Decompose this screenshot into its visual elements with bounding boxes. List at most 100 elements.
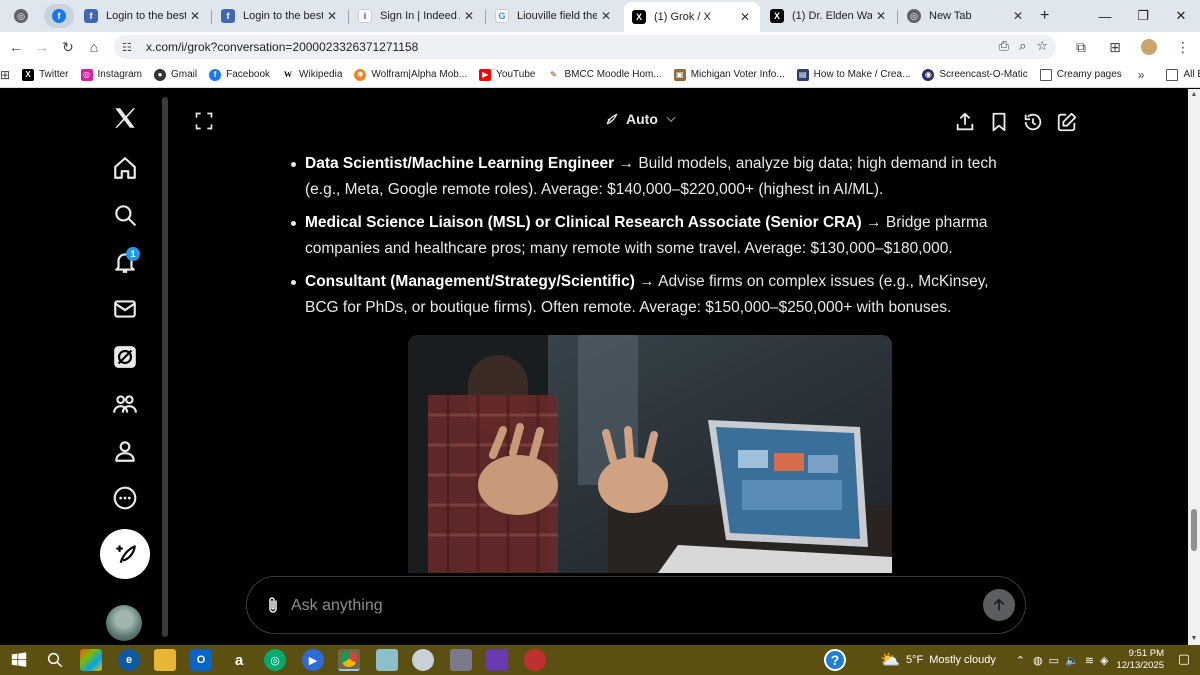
profile-avatar[interactable] bbox=[1132, 39, 1166, 55]
bookmark-youtube[interactable]: ▶ YouTube bbox=[479, 68, 535, 81]
tab-google-liouville[interactable]: G Liouville field theory ✕ bbox=[487, 4, 621, 28]
chevron-up-icon[interactable]: ⌃ bbox=[1016, 654, 1025, 667]
new-tab-button[interactable]: + bbox=[1036, 4, 1058, 28]
install-app-icon[interactable]: ⎙ bbox=[999, 38, 1009, 54]
app-icon-9[interactable] bbox=[450, 649, 472, 671]
attach-icon[interactable] bbox=[265, 595, 281, 615]
all-bookmarks[interactable]: All Bookmarks bbox=[1166, 68, 1200, 81]
weather-desc[interactable]: Mostly cloudy bbox=[929, 654, 996, 666]
bookmark-wikipedia[interactable]: W Wikipedia bbox=[282, 68, 342, 81]
sidebar-scrollbar[interactable] bbox=[162, 97, 168, 637]
shield-icon[interactable]: ◈ bbox=[1100, 654, 1108, 667]
notifications-center-icon[interactable]: ▢ bbox=[1178, 651, 1190, 667]
bookmark-wolfram[interactable]: ✸ Wolfram|Alpha Mob... bbox=[354, 68, 467, 81]
clock[interactable]: 9:51 PM 12/13/2025 bbox=[1116, 648, 1164, 672]
media-player-icon[interactable]: ▶ bbox=[302, 649, 324, 671]
close-tab-icon[interactable]: ✕ bbox=[460, 9, 478, 23]
tab-elden-wayne[interactable]: X (1) Dr. Elden Wayne ✕ bbox=[762, 4, 896, 28]
tab-new-tab[interactable]: ◎ New Tab ✕ bbox=[899, 4, 1033, 28]
close-tab-icon[interactable]: ✕ bbox=[597, 9, 615, 23]
outlook-icon[interactable]: O bbox=[190, 649, 212, 671]
bookmark-instagram[interactable]: ◎ Instagram bbox=[80, 68, 142, 81]
more-icon[interactable] bbox=[110, 483, 140, 513]
more-bookmarks-icon[interactable]: » bbox=[1138, 68, 1145, 82]
tripadvisor-icon[interactable]: ◎ bbox=[264, 649, 286, 671]
bookmark-bmcc-moodle[interactable]: ✎ BMCC Moodle Hom... bbox=[547, 68, 662, 81]
grok-icon[interactable] bbox=[110, 342, 140, 372]
mode-selector[interactable]: Auto bbox=[604, 111, 678, 127]
minimize-icon[interactable]: — bbox=[1086, 0, 1124, 32]
restore-icon[interactable]: ❐ bbox=[1124, 0, 1162, 32]
wifi-icon[interactable]: ≋ bbox=[1085, 654, 1094, 667]
bookmark-michigan-voter[interactable]: ▣ Michigan Voter Info... bbox=[673, 68, 785, 81]
x-logo-icon[interactable] bbox=[110, 103, 140, 133]
bookmark-star-icon[interactable]: ☆ bbox=[1036, 38, 1048, 54]
bookmark-facebook[interactable]: f Facebook bbox=[209, 68, 270, 81]
tab-facebook-pinned[interactable]: f bbox=[44, 4, 74, 28]
zoom-icon[interactable]: ⌕ bbox=[1019, 38, 1026, 54]
communities-icon[interactable] bbox=[110, 389, 140, 419]
amazon-icon[interactable]: a bbox=[228, 649, 250, 671]
send-button[interactable] bbox=[983, 589, 1015, 621]
app-icon-10[interactable] bbox=[486, 649, 508, 671]
apps-grid-icon[interactable]: ⊞ bbox=[0, 68, 10, 82]
scroll-down-icon[interactable]: ▼ bbox=[1190, 635, 1198, 643]
search-icon[interactable] bbox=[110, 200, 140, 230]
meeting-photo[interactable] bbox=[408, 335, 892, 573]
extensions-icon[interactable]: ⧉ bbox=[1064, 39, 1098, 56]
back-icon[interactable]: ← bbox=[3, 34, 29, 60]
weather-icon[interactable]: ⛅ bbox=[880, 650, 900, 670]
search-icon[interactable] bbox=[44, 649, 66, 671]
reload-icon[interactable]: ↻ bbox=[55, 34, 81, 60]
home-icon[interactable]: ⌂ bbox=[81, 34, 107, 60]
volume-icon[interactable]: 🔈 bbox=[1065, 654, 1079, 667]
menu-icon[interactable]: ⋮ bbox=[1166, 39, 1200, 56]
history-icon[interactable] bbox=[1022, 111, 1044, 133]
page-scrollbar[interactable]: ▲ ▼ bbox=[1188, 89, 1200, 645]
windows-start-icon[interactable] bbox=[8, 649, 30, 671]
tray-app-icon[interactable]: ◍ bbox=[1033, 654, 1043, 667]
forward-icon[interactable]: → bbox=[29, 34, 55, 60]
scroll-thumb[interactable] bbox=[1191, 509, 1197, 551]
account-avatar[interactable] bbox=[106, 605, 142, 641]
site-info-icon[interactable]: ☷ bbox=[122, 41, 140, 54]
tab-search-icon[interactable]: ⊞ bbox=[1098, 39, 1132, 56]
home-icon[interactable] bbox=[110, 153, 140, 183]
close-tab-icon[interactable]: ✕ bbox=[872, 9, 890, 23]
bookmark-gmail[interactable]: ● Gmail bbox=[153, 68, 197, 81]
new-chat-icon[interactable] bbox=[1056, 111, 1078, 133]
tab-facebook-login-1[interactable]: f Login to the best dat ✕ bbox=[76, 4, 210, 28]
share-icon[interactable] bbox=[954, 111, 976, 133]
bookmark-how-to-make[interactable]: ▤ How to Make / Crea... bbox=[796, 68, 910, 81]
tab-grok-active[interactable]: X (1) Grok / X ✕ bbox=[624, 2, 760, 32]
address-bar[interactable]: ☷ x.com/i/grok?conversation=200002332637… bbox=[114, 35, 1056, 59]
close-tab-icon[interactable]: ✕ bbox=[186, 9, 204, 23]
close-tab-icon[interactable]: ✕ bbox=[736, 10, 754, 24]
ask-input[interactable] bbox=[291, 593, 951, 619]
edge-icon[interactable]: e bbox=[118, 649, 140, 671]
tab-facebook-login-2[interactable]: f Login to the best dat ✕ bbox=[213, 4, 347, 28]
profile-icon[interactable] bbox=[110, 436, 140, 466]
app-icon-8[interactable] bbox=[412, 649, 434, 671]
bookmark-twitter[interactable]: X Twitter bbox=[22, 68, 69, 81]
scroll-up-icon[interactable]: ▲ bbox=[1190, 91, 1198, 99]
close-tab-icon[interactable]: ✕ bbox=[323, 9, 341, 23]
bookmark-creamy-pages[interactable]: Creamy pages bbox=[1039, 68, 1122, 81]
messages-icon[interactable] bbox=[110, 294, 140, 324]
copilot-icon[interactable] bbox=[80, 649, 102, 671]
file-explorer-icon[interactable] bbox=[154, 649, 176, 671]
app-icon-11[interactable] bbox=[524, 649, 546, 671]
close-window-icon[interactable]: ✕ bbox=[1162, 0, 1200, 32]
help-icon[interactable]: ? bbox=[824, 649, 846, 671]
tab-chrome[interactable]: ◎ bbox=[6, 4, 40, 28]
notepad-icon[interactable] bbox=[376, 649, 398, 671]
battery-icon[interactable]: ▭ bbox=[1049, 654, 1059, 667]
bookmark-icon[interactable] bbox=[988, 111, 1010, 133]
close-tab-icon[interactable]: ✕ bbox=[1009, 9, 1027, 23]
weather-temp[interactable]: 5°F bbox=[906, 654, 923, 666]
chrome-taskbar-icon[interactable] bbox=[338, 649, 360, 671]
bookmark-screencast[interactable]: ◉ Screencast-O-Matic bbox=[922, 68, 1028, 81]
expand-icon[interactable] bbox=[194, 111, 214, 131]
compose-post-button[interactable] bbox=[100, 529, 150, 579]
url-text[interactable]: x.com/i/grok?conversation=20000233263712… bbox=[146, 40, 418, 54]
